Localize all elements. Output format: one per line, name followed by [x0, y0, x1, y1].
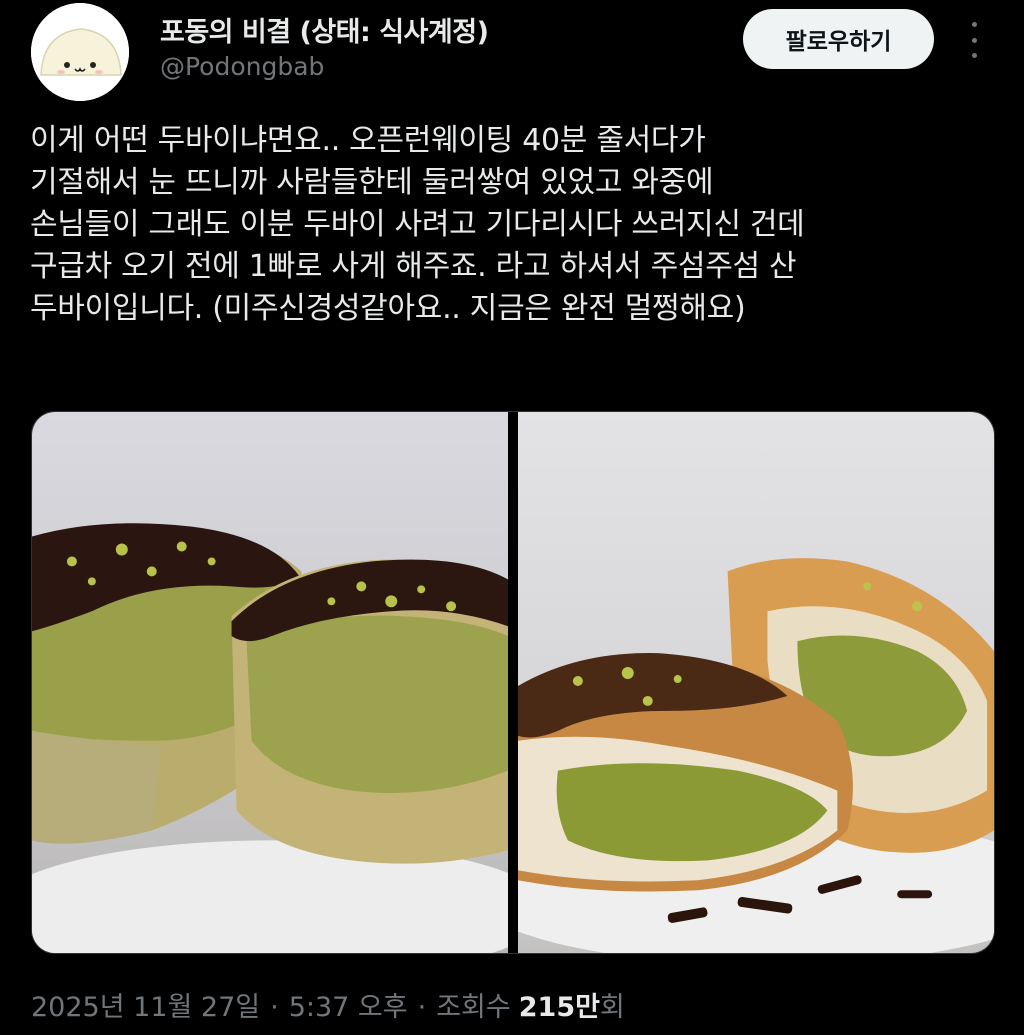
more-dot [971, 53, 977, 58]
tweet-text: 이게 어떤 두바이냐면요.. 오픈런웨이팅 40분 줄서다가 기절해서 눈 뜨니… [30, 120, 1005, 330]
photo-1[interactable] [32, 412, 508, 953]
views-label: 조회수 [436, 992, 511, 1023]
rice-cake-face-icon [31, 3, 129, 101]
tweet-line: 구급차 오기 전에 1빠로 사게 해주죠. 라고 하셔서 주섬주섬 산 [30, 249, 797, 284]
pastry-photo-left [32, 412, 508, 953]
tweet-line: 기절해서 눈 뜨니까 사람들한테 둘러쌓여 있었고 와중에 [30, 165, 714, 200]
photo-2[interactable] [518, 412, 994, 953]
tweet-line: 두바이입니다. (미주신경성같아요.. 지금은 완전 멀쩡해요) [30, 291, 746, 326]
follow-button[interactable]: 팔로우하기 [743, 9, 934, 69]
meta-separator: · [270, 992, 279, 1023]
author-display-name[interactable]: 포동의 비결 (상태: 식사계정) [160, 10, 489, 49]
pastry-photo-right [518, 412, 994, 953]
more-vertical-icon[interactable] [963, 22, 985, 58]
more-dot [971, 22, 977, 27]
tweet-date[interactable]: 2025년 11월 27일 [31, 985, 260, 1024]
avatar[interactable] [31, 3, 129, 101]
meta-separator: · [417, 992, 427, 1023]
tweet-media [31, 411, 995, 954]
tweet-line: 이게 어떤 두바이냐면요.. 오픈런웨이팅 40분 줄서다가 [30, 123, 706, 158]
tweet-line: 손님들이 그래도 이분 두바이 사려고 기다리시다 쓰러지신 건데 [30, 207, 805, 242]
more-dot [971, 37, 977, 43]
views-count[interactable]: 215만 [519, 985, 600, 1024]
views-suffix: 회 [599, 992, 625, 1023]
tweet-time[interactable]: 5:37 오후 [289, 985, 408, 1024]
tweet-meta: 2025년 11월 27일 · 5:37 오후 · 조회수 215만 회 [31, 985, 625, 1024]
author-handle[interactable]: @Podongbab [160, 52, 324, 81]
